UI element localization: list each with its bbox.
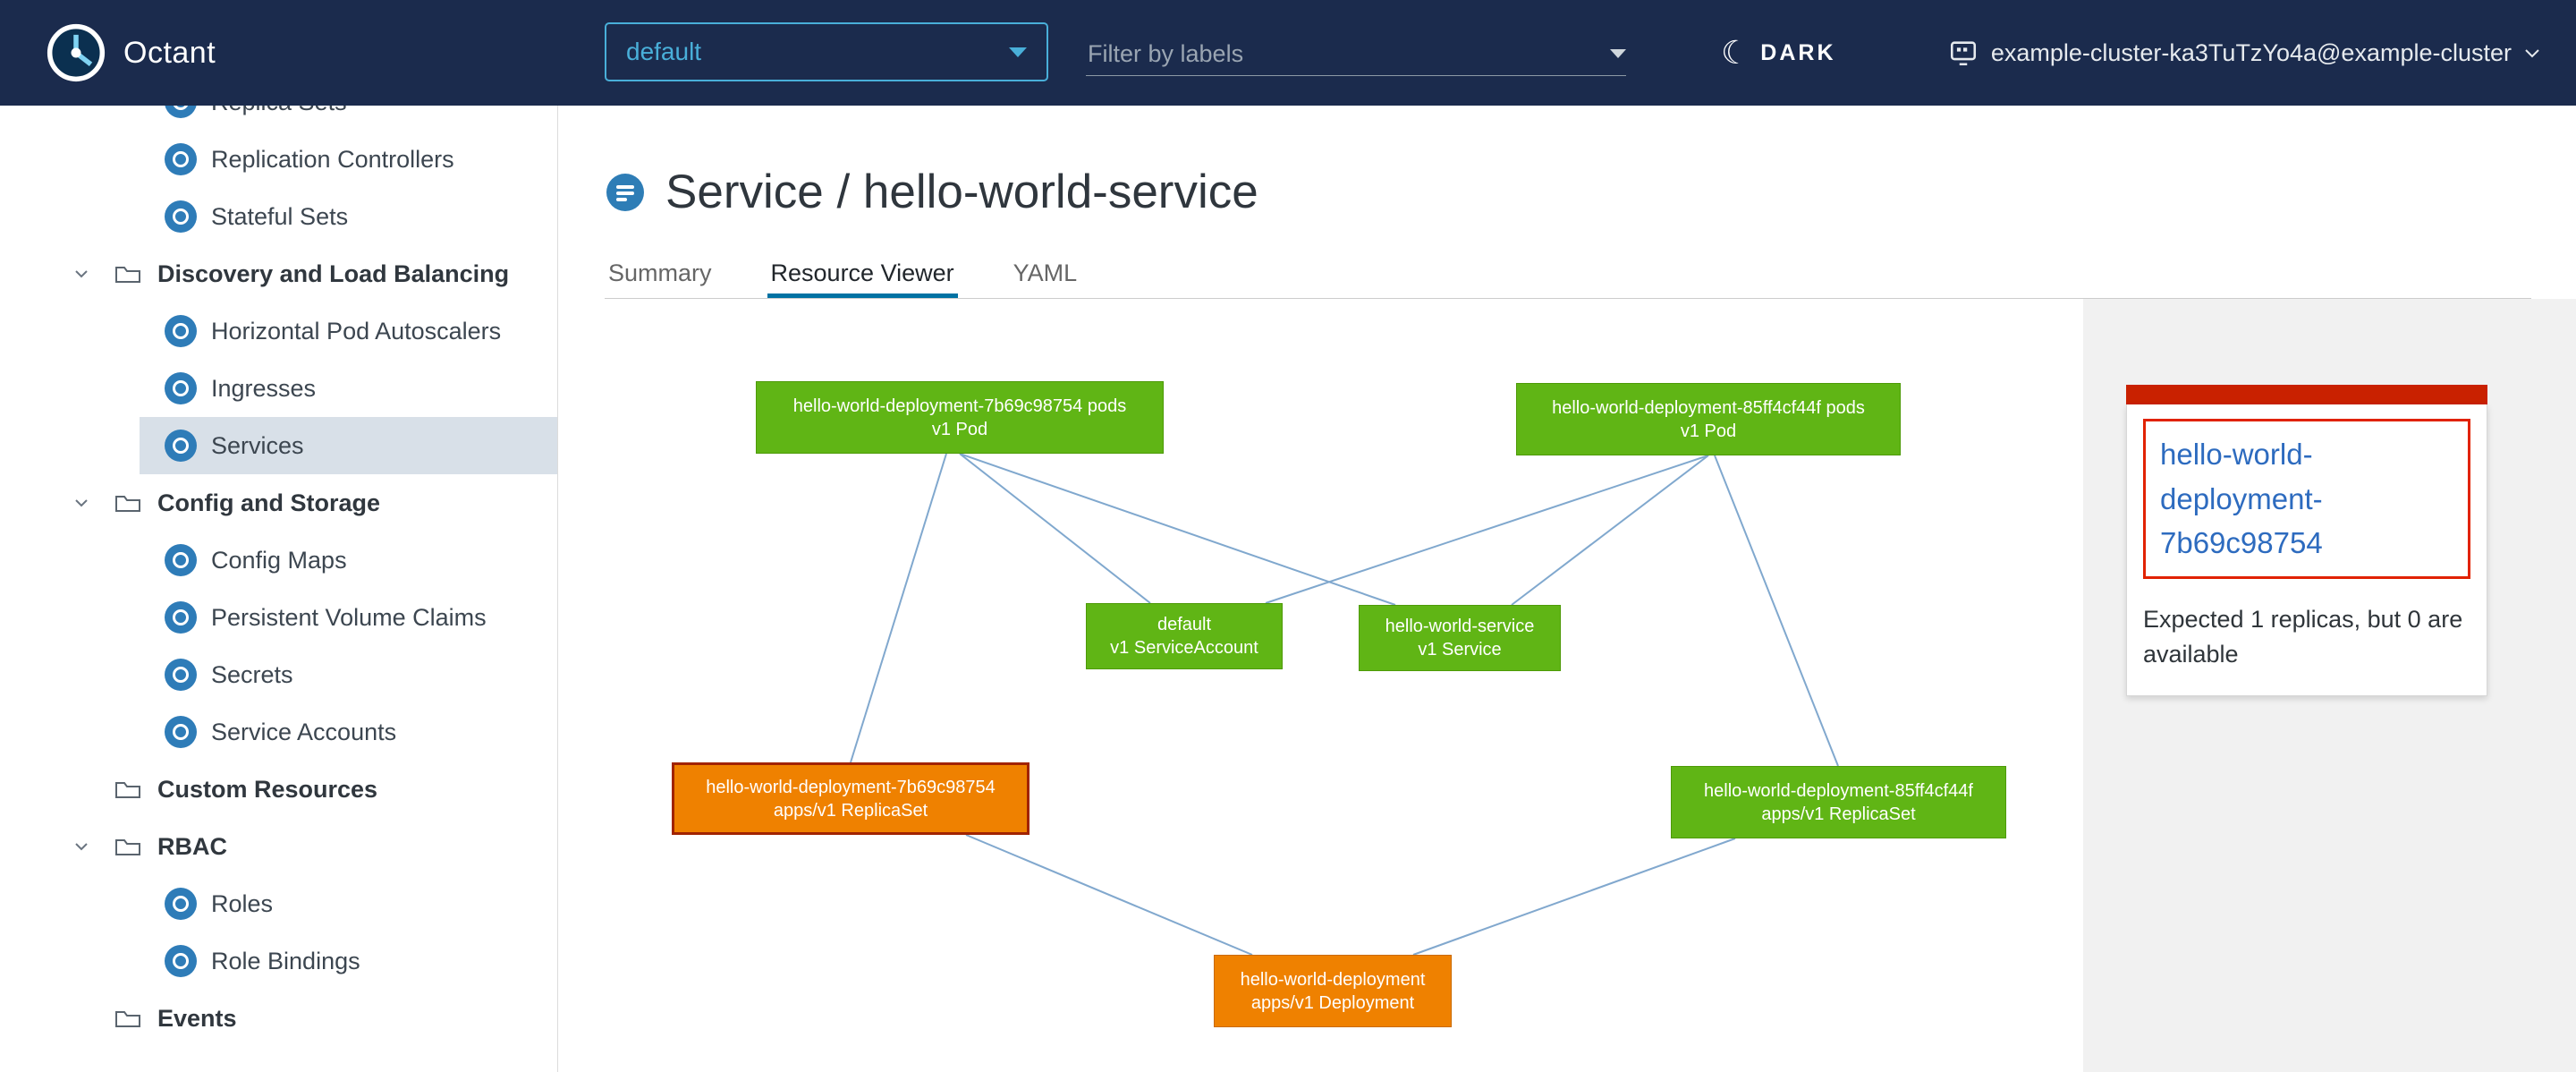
cluster-icon <box>1948 38 1979 68</box>
sidebar-item-persistent-volume-claims[interactable]: Persistent Volume Claims <box>0 589 557 646</box>
config-maps-icon <box>165 544 197 576</box>
resource-status-card: hello-world-deployment-7b69c98754 Expect… <box>2126 385 2487 696</box>
sidebar-section-config-and-storage[interactable]: Config and Storage <box>0 474 557 532</box>
graph-node-deployment[interactable]: hello-world-deployment apps/v1 Deploymen… <box>1214 955 1452 1027</box>
detail-panel: hello-world-deployment-7b69c98754 Expect… <box>2083 299 2576 1072</box>
sidebar-item-horizontal-pod-autoscalers[interactable]: Horizontal Pod Autoscalers <box>0 302 557 360</box>
chevron-down-icon[interactable] <box>66 265 97 283</box>
sidebar-item-ingresses[interactable]: Ingresses <box>0 360 557 417</box>
service-icon <box>605 172 646 213</box>
status-message: Expected 1 replicas, but 0 are available <box>2143 602 2470 672</box>
ingresses-icon <box>165 372 197 404</box>
app-header: Octant default ☾ DARK example-cluster-ka <box>0 0 2576 106</box>
content-divider <box>605 298 2531 299</box>
app-title: Octant <box>123 0 216 106</box>
replica-sets-icon <box>165 106 197 118</box>
caret-down-icon <box>1009 47 1027 57</box>
graph-node-default-serviceaccount[interactable]: default v1 ServiceAccount <box>1086 603 1283 669</box>
sidebar-item-replication-controllers[interactable]: Replication Controllers <box>0 131 557 188</box>
sidebar-nav: Replica Sets Replication Controllers Sta… <box>0 106 558 1072</box>
alert-box: hello-world-deployment-7b69c98754 <box>2143 419 2470 579</box>
sidebar-item-replica-sets[interactable]: Replica Sets <box>0 106 557 131</box>
roles-icon <box>165 888 197 920</box>
sidebar-section-events[interactable]: Events <box>0 990 557 1047</box>
sidebar-item-stateful-sets[interactable]: Stateful Sets <box>0 188 557 245</box>
chevron-down-icon <box>2524 47 2540 58</box>
role-bindings-icon <box>165 945 197 977</box>
chevron-down-icon[interactable] <box>66 494 97 512</box>
card-status-bar <box>2126 385 2487 404</box>
octant-app: Octant default ☾ DARK example-cluster-ka <box>0 0 2576 1072</box>
context-selector[interactable]: example-cluster-ka3TuTzYo4a@example-clus… <box>1948 0 2540 106</box>
sidebar-item-roles[interactable]: Roles <box>0 875 557 932</box>
graph-node-replicaset-85ff4cf44f[interactable]: hello-world-deployment-85ff4cf44f apps/v… <box>1671 766 2006 838</box>
theme-toggle[interactable]: ☾ DARK <box>1721 0 1836 106</box>
tab-resource-viewer[interactable]: Resource Viewer <box>767 252 958 298</box>
stateful-sets-icon <box>165 200 197 233</box>
chevron-down-icon[interactable] <box>1610 49 1626 58</box>
graph-node-pods-7b69c98754[interactable]: hello-world-deployment-7b69c98754 pods v… <box>756 381 1164 454</box>
tab-summary[interactable]: Summary <box>605 252 716 298</box>
service-accounts-icon <box>165 716 197 748</box>
graph-node-pods-85ff4cf44f[interactable]: hello-world-deployment-85ff4cf44f pods v… <box>1516 383 1901 455</box>
label-filter <box>1086 32 1626 76</box>
sidebar-item-secrets[interactable]: Secrets <box>0 646 557 703</box>
replication-controllers-icon <box>165 143 197 175</box>
page-title: Service / hello-world-service <box>605 165 1258 219</box>
graph-node-replicaset-7b69c98754[interactable]: hello-world-deployment-7b69c98754 apps/v… <box>672 762 1030 835</box>
folder-icon <box>114 262 141 285</box>
folder-icon <box>114 491 141 515</box>
sidebar-item-config-maps[interactable]: Config Maps <box>0 532 557 589</box>
services-icon <box>165 430 197 462</box>
sidebar-section-discovery-load-balancing[interactable]: Discovery and Load Balancing <box>0 245 557 302</box>
sidebar-item-role-bindings[interactable]: Role Bindings <box>0 932 557 990</box>
sidebar-section-rbac[interactable]: RBAC <box>0 818 557 875</box>
secrets-icon <box>165 659 197 691</box>
sidebar-item-service-accounts[interactable]: Service Accounts <box>0 703 557 761</box>
resource-link[interactable]: hello-world-deployment-7b69c98754 <box>2160 438 2323 559</box>
persistent-volume-claims-icon <box>165 601 197 634</box>
tab-yaml[interactable]: YAML <box>1010 252 1081 298</box>
sidebar-item-services[interactable]: Services <box>140 417 557 474</box>
folder-icon <box>114 835 141 858</box>
graph-node-hello-world-service[interactable]: hello-world-service v1 Service <box>1359 605 1561 671</box>
folder-icon <box>114 778 141 801</box>
namespace-value: default <box>626 38 701 66</box>
tab-bar: Summary Resource Viewer YAML <box>605 252 1080 298</box>
context-label: example-cluster-ka3TuTzYo4a@example-clus… <box>1991 39 2512 67</box>
theme-label: DARK <box>1760 40 1835 66</box>
folder-icon <box>114 1007 141 1030</box>
sidebar-section-custom-resources[interactable]: Custom Resources <box>0 761 557 818</box>
namespace-select[interactable]: default <box>605 22 1048 81</box>
filter-input[interactable] <box>1086 39 1601 69</box>
horizontal-pod-autoscalers-icon <box>165 315 197 347</box>
octant-logo <box>47 23 106 82</box>
chevron-down-icon[interactable] <box>66 838 97 855</box>
moon-icon: ☾ <box>1721 37 1750 69</box>
